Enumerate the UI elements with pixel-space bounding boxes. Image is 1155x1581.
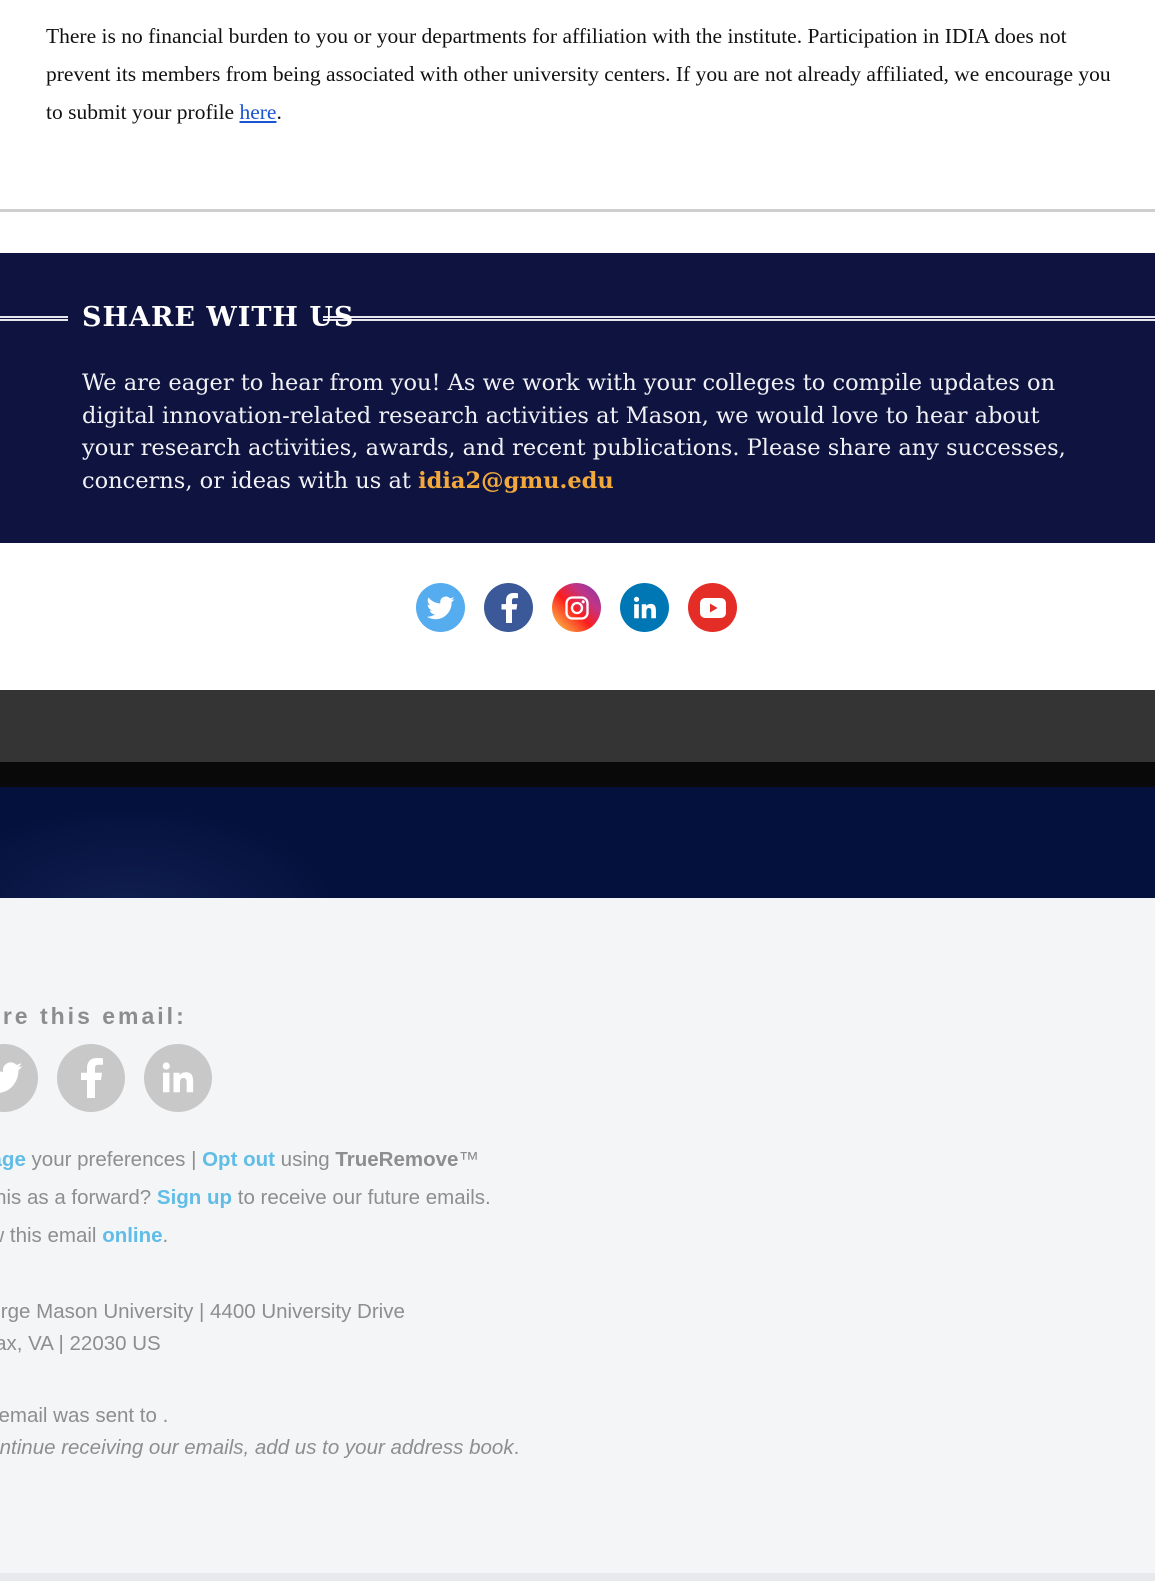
forward-line: t this as a forward? Sign up to receive … bbox=[0, 1186, 491, 1210]
forward-text: t this as a forward? bbox=[0, 1186, 152, 1209]
address-book-text: continue receiving our emails, add us to… bbox=[0, 1436, 514, 1459]
intro-text: There is no financial burden to you or y… bbox=[46, 24, 1111, 124]
section-divider bbox=[0, 209, 1155, 212]
manage-text: your preferences | bbox=[25, 1148, 203, 1171]
manage-preferences-link[interactable]: nage bbox=[0, 1148, 26, 1171]
facebook-icon[interactable] bbox=[484, 583, 533, 632]
instagram-icon[interactable] bbox=[552, 583, 601, 632]
sent-to-line: is email was sent to . bbox=[0, 1404, 169, 1427]
view-end: . bbox=[162, 1224, 169, 1247]
share-body: We are eager to hear from you! As we wor… bbox=[82, 367, 1082, 497]
using-text: using bbox=[274, 1148, 336, 1171]
email-footer: hare this email: nage your preferences |… bbox=[0, 898, 1155, 1573]
twitter-icon[interactable] bbox=[0, 1044, 38, 1112]
trademark-symbol: ™ bbox=[458, 1148, 479, 1171]
contact-email-link[interactable]: idia2@gmu.edu bbox=[418, 468, 614, 494]
title-rule-right bbox=[323, 316, 1155, 321]
footer-black-band bbox=[0, 762, 1155, 787]
social-links bbox=[416, 583, 737, 632]
footer-gray-band bbox=[0, 690, 1155, 762]
sign-up-link[interactable]: Sign up bbox=[157, 1186, 232, 1209]
trueremove-label: TrueRemove bbox=[335, 1148, 459, 1171]
intro-paragraph: There is no financial burden to you or y… bbox=[46, 17, 1126, 131]
linkedin-icon[interactable] bbox=[144, 1044, 212, 1112]
intro-end: . bbox=[276, 100, 282, 124]
banner-swoosh bbox=[0, 807, 340, 898]
view-online-link[interactable]: online bbox=[102, 1224, 162, 1247]
facebook-icon[interactable] bbox=[57, 1044, 125, 1112]
address-line-2: irfax, VA | 22030 US bbox=[0, 1332, 161, 1355]
address-book-end: . bbox=[513, 1436, 520, 1459]
linkedin-icon[interactable] bbox=[620, 583, 669, 632]
share-title: SHARE WITH US bbox=[82, 302, 355, 333]
footer-navy-banner bbox=[0, 787, 1155, 898]
view-online-line: ew this email online. bbox=[0, 1224, 168, 1248]
share-email-label: hare this email: bbox=[0, 1003, 187, 1029]
preferences-line: nage your preferences | Opt out using Tr… bbox=[0, 1148, 479, 1172]
title-rule-left bbox=[0, 316, 68, 321]
profile-link[interactable]: here bbox=[239, 100, 276, 124]
view-text: ew this email bbox=[0, 1224, 97, 1247]
opt-out-link[interactable]: Opt out bbox=[202, 1148, 275, 1171]
youtube-icon[interactable] bbox=[688, 583, 737, 632]
address-line-1: eorge Mason University | 4400 University… bbox=[0, 1300, 405, 1323]
signup-text: to receive our future emails. bbox=[232, 1186, 491, 1209]
share-email-icons bbox=[0, 1044, 212, 1112]
twitter-icon[interactable] bbox=[416, 583, 465, 632]
address-book-line: continue receiving our emails, add us to… bbox=[0, 1436, 519, 1460]
bottom-strip bbox=[0, 1573, 1155, 1581]
